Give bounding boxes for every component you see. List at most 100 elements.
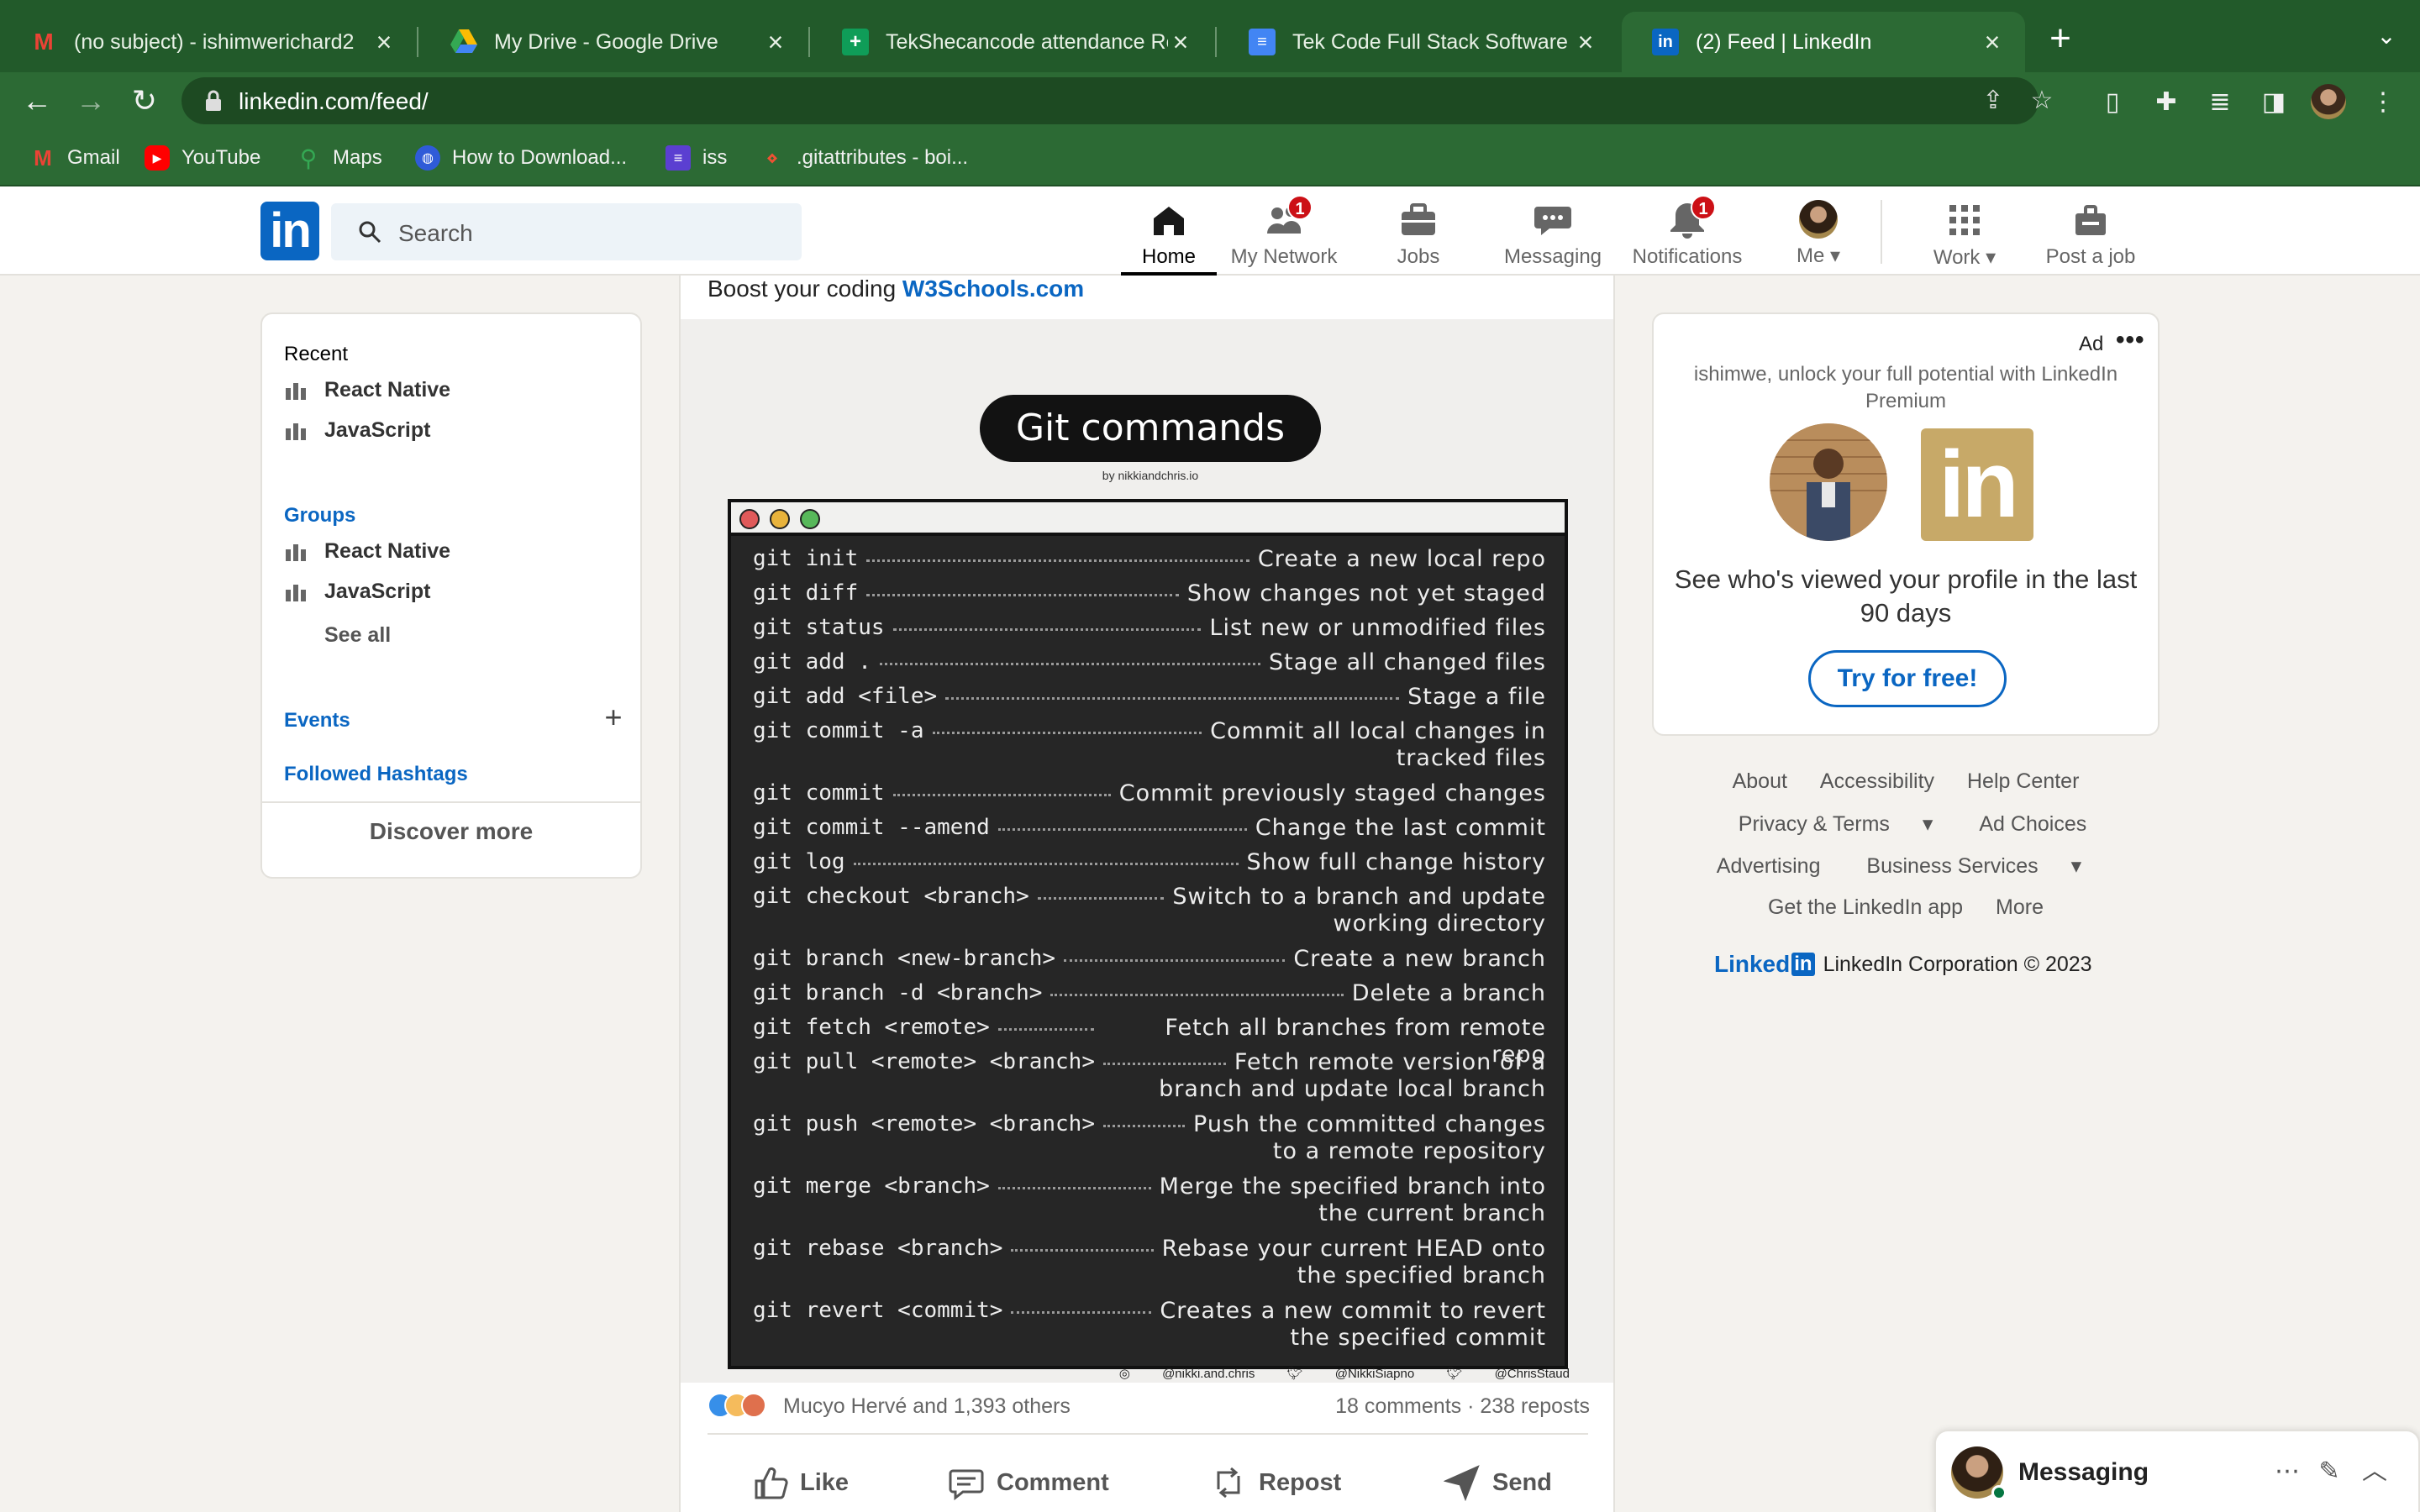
- media-controls-icon[interactable]: ≣: [2203, 86, 2237, 119]
- git-command-row: git add . Stage all changed files: [753, 649, 1546, 676]
- linkedin-global-nav: in Search Home 1 My Network Jobs Messagi…: [0, 186, 2420, 276]
- footer-brand: Linked in LinkedIn Corporation © 2023: [1714, 951, 2092, 978]
- discover-more-button[interactable]: Discover more: [262, 818, 640, 845]
- search-input[interactable]: Search: [331, 203, 802, 260]
- footer-link-ad-choices[interactable]: Ad Choices: [1979, 812, 2086, 836]
- footer-link-get-app[interactable]: Get the LinkedIn app: [1768, 895, 1963, 919]
- send-icon: [1444, 1465, 1480, 1501]
- reload-button[interactable]: ↻: [124, 81, 165, 121]
- recent-item-javascript[interactable]: JavaScript: [284, 415, 430, 445]
- bookmark-how-to-download[interactable]: ◍ How to Download...: [415, 143, 627, 173]
- image-title: Git commands: [980, 395, 1321, 462]
- bookmark-gitattributes[interactable]: ⋄ .gitattributes - boi...: [760, 143, 968, 173]
- git-command-row: git rebase <branch> Rebase your current H…: [753, 1236, 1546, 1289]
- comment-button[interactable]: Comment: [948, 1462, 1109, 1504]
- bookmark-maps[interactable]: ⚲ Maps: [296, 143, 382, 173]
- bookmark-star-icon[interactable]: ☆: [2027, 86, 2057, 116]
- see-all-link[interactable]: See all: [324, 620, 391, 650]
- device-icon[interactable]: ▯: [2096, 86, 2129, 119]
- nav-me[interactable]: Me ▾: [1780, 192, 1857, 276]
- side-panel-icon[interactable]: ◨: [2257, 86, 2291, 119]
- messaging-overlay-bar[interactable]: Messaging ⋯ ✎ ︿: [1934, 1430, 2420, 1512]
- recent-item-react-native[interactable]: React Native: [284, 375, 450, 405]
- close-icon[interactable]: ×: [1980, 27, 2005, 58]
- footer-link-business-services[interactable]: Business Services ▾: [1853, 854, 2095, 878]
- nav-post-a-job[interactable]: Post a job: [2033, 192, 2148, 276]
- post-link[interactable]: W3Schools.com: [902, 276, 1084, 302]
- repost-button[interactable]: Repost: [1210, 1462, 1341, 1504]
- search-placeholder: Search: [398, 220, 473, 246]
- nav-label: Messaging: [1503, 245, 1602, 268]
- nav-work[interactable]: Work ▾: [1916, 192, 2013, 276]
- post-commentary: Boost your coding W3Schools.com: [708, 276, 1084, 302]
- tab-google-drive[interactable]: My Drive - Google Drive ×: [420, 12, 808, 72]
- git-command-row: git diff Show changes not yet staged: [753, 580, 1546, 607]
- footer-link-accessibility[interactable]: Accessibility: [1820, 769, 1934, 793]
- browser-tab-bar: M (no subject) - ishimwerichard2 × My Dr…: [0, 0, 2420, 72]
- bookmark-youtube[interactable]: ▶ YouTube: [145, 143, 260, 173]
- close-icon[interactable]: ×: [763, 27, 788, 58]
- nav-my-network[interactable]: 1 My Network: [1225, 192, 1343, 276]
- wordmark-text: Linked: [1714, 951, 1791, 977]
- nav-notifications[interactable]: 1 Notifications: [1622, 192, 1753, 276]
- group-icon: [286, 383, 306, 400]
- tab-search-chevron-icon[interactable]: ⌄: [2370, 22, 2403, 55]
- group-item-javascript[interactable]: JavaScript: [284, 576, 430, 606]
- nav-messaging[interactable]: Messaging: [1494, 192, 1612, 276]
- online-status-icon: [1991, 1485, 2007, 1500]
- address-bar[interactable]: linkedin.com/feed/ ⇪ ☆: [182, 77, 2053, 124]
- messaging-icon: [1533, 200, 1573, 240]
- add-event-plus-icon[interactable]: +: [600, 702, 627, 732]
- git-command-description: Push the committed changes to a remote r…: [1193, 1111, 1546, 1164]
- new-tab-button[interactable]: +: [2044, 20, 2077, 60]
- nav-home[interactable]: Home: [1121, 192, 1217, 276]
- like-icon: [755, 1467, 788, 1499]
- try-for-free-button[interactable]: Try for free!: [1808, 650, 2007, 707]
- dotted-leader: [1064, 959, 1285, 962]
- send-button[interactable]: Send: [1444, 1462, 1552, 1504]
- more-options-icon[interactable]: •••: [2116, 326, 2145, 354]
- footer-link-advertising[interactable]: Advertising: [1717, 854, 1821, 878]
- tab-gmail[interactable]: M (no subject) - ishimwerichard2 ×: [0, 12, 417, 72]
- tab-attendance-sheet[interactable]: + TekShecancode attendance Ro ×: [812, 12, 1213, 72]
- profile-photo: [1770, 423, 1887, 541]
- list-icon: ≡: [666, 145, 691, 171]
- group-item-react-native[interactable]: React Native: [284, 536, 450, 566]
- bookmark-gmail[interactable]: M Gmail: [30, 143, 120, 173]
- footer-link-privacy-terms[interactable]: Privacy & Terms ▾: [1725, 812, 1947, 836]
- nav-label: Me ▾: [1780, 244, 1857, 268]
- close-icon[interactable]: ×: [1573, 27, 1598, 58]
- comments-reposts-count[interactable]: 18 comments · 238 reposts: [1335, 1394, 1590, 1419]
- footer-link-help-center[interactable]: Help Center: [1967, 769, 2079, 793]
- forward-button[interactable]: →: [71, 81, 111, 121]
- close-icon[interactable]: ×: [371, 27, 397, 58]
- events-link[interactable]: Events: [284, 709, 350, 732]
- like-button[interactable]: Like: [751, 1462, 849, 1504]
- reactions-summary[interactable]: Mucyo Hervé and 1,393 others: [783, 1394, 1071, 1419]
- groups-link[interactable]: Groups: [284, 504, 355, 528]
- dotted-leader: [933, 732, 1202, 734]
- youtube-icon: ▶: [145, 145, 170, 171]
- compose-icon[interactable]: ✎: [2311, 1453, 2348, 1490]
- tab-linkedin-feed[interactable]: in (2) Feed | LinkedIn ×: [1622, 12, 2025, 72]
- tab-title: Tek Code Full Stack Software D: [1292, 29, 1573, 54]
- extensions-icon[interactable]: ✚: [2149, 86, 2183, 119]
- more-options-icon[interactable]: ⋯: [2269, 1453, 2306, 1490]
- chevron-up-icon[interactable]: ︿: [2356, 1453, 2393, 1490]
- nav-jobs[interactable]: Jobs: [1370, 192, 1467, 276]
- git-command-description: Rebase your current HEAD onto the specif…: [1161, 1236, 1546, 1289]
- followed-hashtags-link[interactable]: Followed Hashtags: [284, 763, 468, 786]
- footer-link-more[interactable]: More: [1996, 895, 2044, 919]
- browser-menu-icon[interactable]: ⋮: [2366, 86, 2400, 119]
- footer-link-about[interactable]: About: [1733, 769, 1787, 793]
- share-icon[interactable]: ⇪: [1978, 86, 2008, 116]
- nav-label: Home: [1141, 245, 1197, 268]
- tab-tek-code-doc[interactable]: ≡ Tek Code Full Stack Software D ×: [1218, 12, 1618, 72]
- browser-profile-avatar[interactable]: [2311, 84, 2346, 119]
- bookmark-iss[interactable]: ≡ iss: [666, 143, 727, 173]
- post-image-git-commands[interactable]: Git commands by nikkiandchris.io git ini…: [681, 319, 1613, 1383]
- close-icon[interactable]: ×: [1168, 27, 1193, 58]
- reaction-icons[interactable]: [708, 1393, 778, 1418]
- back-button[interactable]: ←: [17, 81, 57, 121]
- linkedin-logo[interactable]: in: [260, 202, 319, 260]
